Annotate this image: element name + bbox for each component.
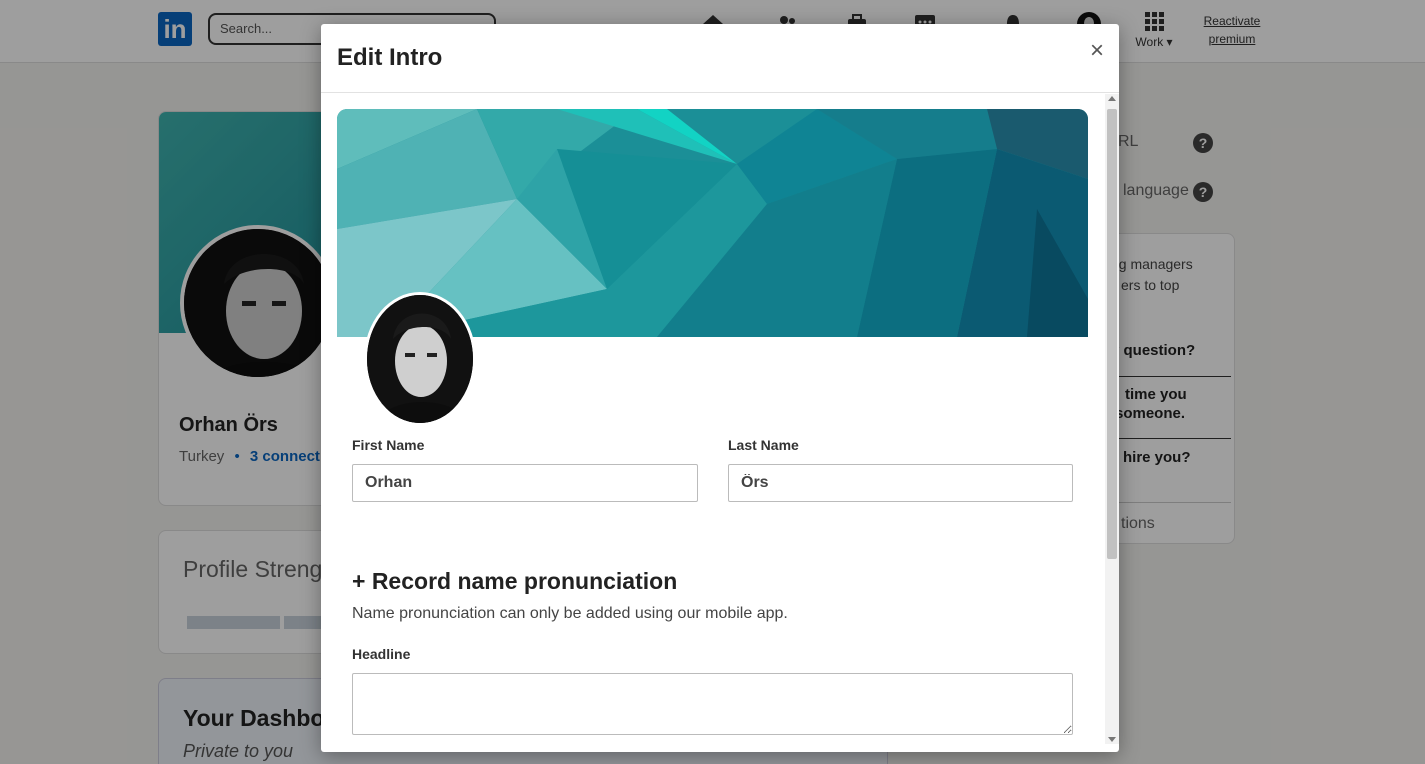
modal-header: Edit Intro ×	[321, 24, 1119, 93]
scroll-up-arrow-icon[interactable]	[1108, 96, 1116, 101]
last-name-label: Last Name	[728, 437, 799, 453]
close-icon[interactable]: ×	[1087, 39, 1107, 63]
modal-body: First Name Last Name + Record name pronu…	[321, 94, 1105, 744]
record-pronunciation-button[interactable]: + Record name pronunciation	[352, 568, 677, 595]
profile-photo-editable[interactable]	[364, 292, 476, 426]
scroll-thumb[interactable]	[1107, 109, 1117, 559]
first-name-label: First Name	[352, 437, 425, 453]
last-name-field[interactable]	[728, 464, 1073, 502]
modal-scrollbar[interactable]	[1105, 94, 1119, 744]
first-name-field[interactable]	[352, 464, 698, 502]
scroll-down-arrow-icon[interactable]	[1108, 737, 1116, 742]
headline-label: Headline	[352, 646, 411, 662]
modal-title: Edit Intro	[337, 44, 443, 71]
headline-field[interactable]	[352, 673, 1073, 735]
edit-intro-modal: Edit Intro × First Name Orhan Last Name …	[321, 24, 1119, 752]
pronunciation-note: Name pronunciation can only be added usi…	[352, 605, 788, 622]
